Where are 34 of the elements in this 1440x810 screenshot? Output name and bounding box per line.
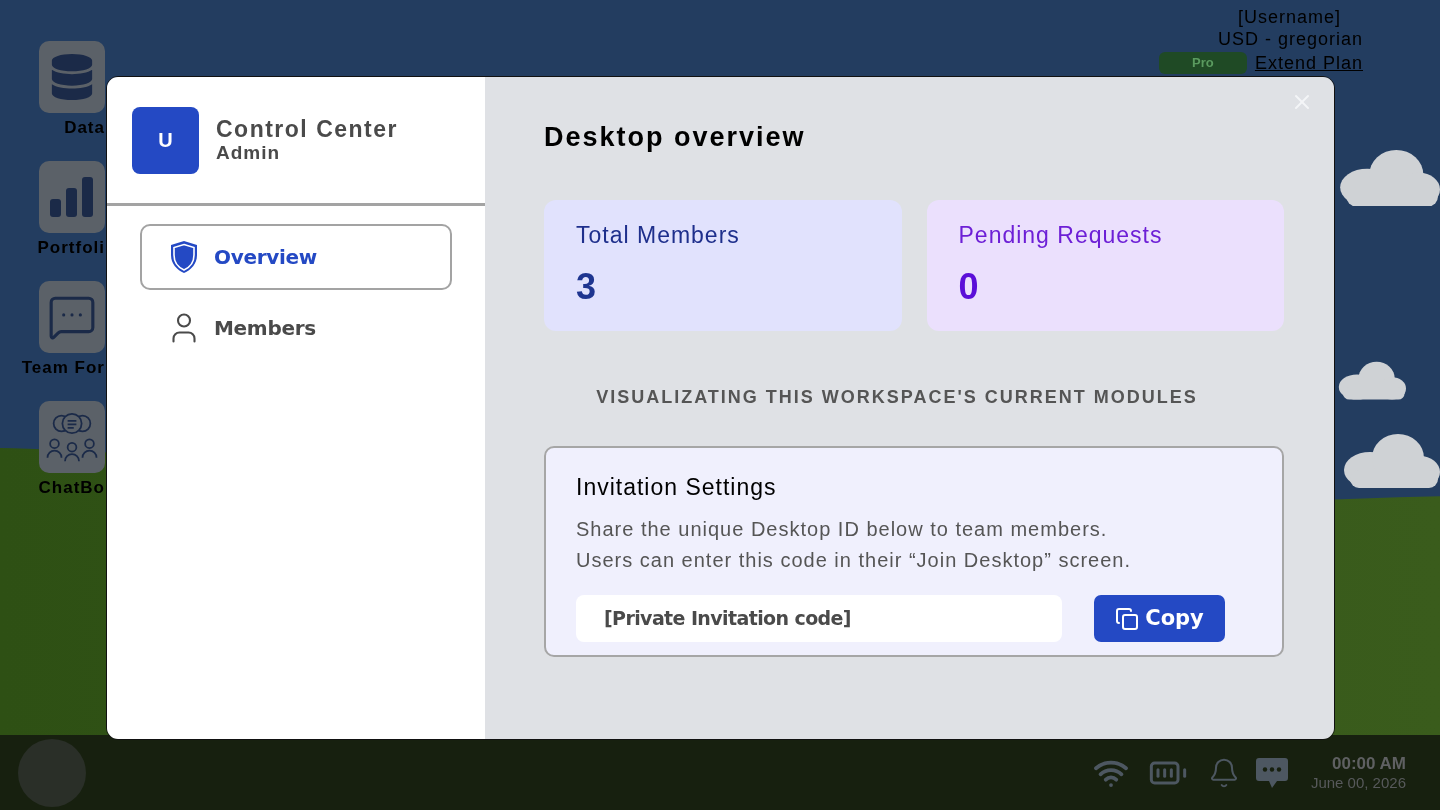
shortcut-label: ChatBo <box>38 478 105 498</box>
shortcut-label: Data <box>64 118 105 138</box>
plan-badge: Pro <box>1158 52 1247 74</box>
bar-chart-icon <box>50 177 94 217</box>
desktop-shortcut-tile[interactable] <box>39 281 105 353</box>
chat-icon[interactable] <box>1254 756 1289 789</box>
shortcut-label: Portfoli <box>37 238 105 258</box>
group-chat-icon <box>44 411 100 463</box>
desktop-shortcut-tile[interactable] <box>39 401 105 473</box>
section-caption: VISUALIZATING THIS WORKSPACE'S CURRENT MODULES <box>595 386 1199 409</box>
app-title: Control Center <box>216 116 398 142</box>
clock-time: 00:00 AM <box>1332 753 1406 774</box>
stat-value: 3 <box>576 267 597 307</box>
nav-item[interactable]: Overview <box>140 224 452 290</box>
stat-label: Pending Requests <box>958 221 1163 250</box>
page-heading: Desktop overview <box>544 121 807 154</box>
shortcut-label: Team For <box>21 358 105 378</box>
username-text: [Username] <box>1237 6 1341 28</box>
desktop-shortcut-tile[interactable] <box>39 41 105 113</box>
currency-calendar-text: USD - gregorian <box>1217 28 1363 50</box>
invitation-description: Share the unique Desktop ID below to team members. Users can enter this code in their “Join Desktop” screen. <box>576 517 1131 573</box>
stat-label: Total Members <box>576 221 740 250</box>
copy-icon <box>1115 606 1140 631</box>
database-icon <box>51 54 93 100</box>
invitation-code-field[interactable]: [Private Invitation code] <box>576 595 1062 642</box>
role-text: Admin <box>216 142 282 164</box>
nav-item[interactable]: Members <box>140 300 452 356</box>
copy-button[interactable]: Copy <box>1094 595 1225 642</box>
stat-value: 0 <box>958 267 979 307</box>
invitation-title: Invitation Settings <box>576 473 777 502</box>
logo: U <box>132 106 199 174</box>
shield-icon <box>170 240 198 274</box>
clock-date: June 00, 2026 <box>1310 773 1406 792</box>
desktop-shortcut-tile[interactable] <box>39 161 105 233</box>
